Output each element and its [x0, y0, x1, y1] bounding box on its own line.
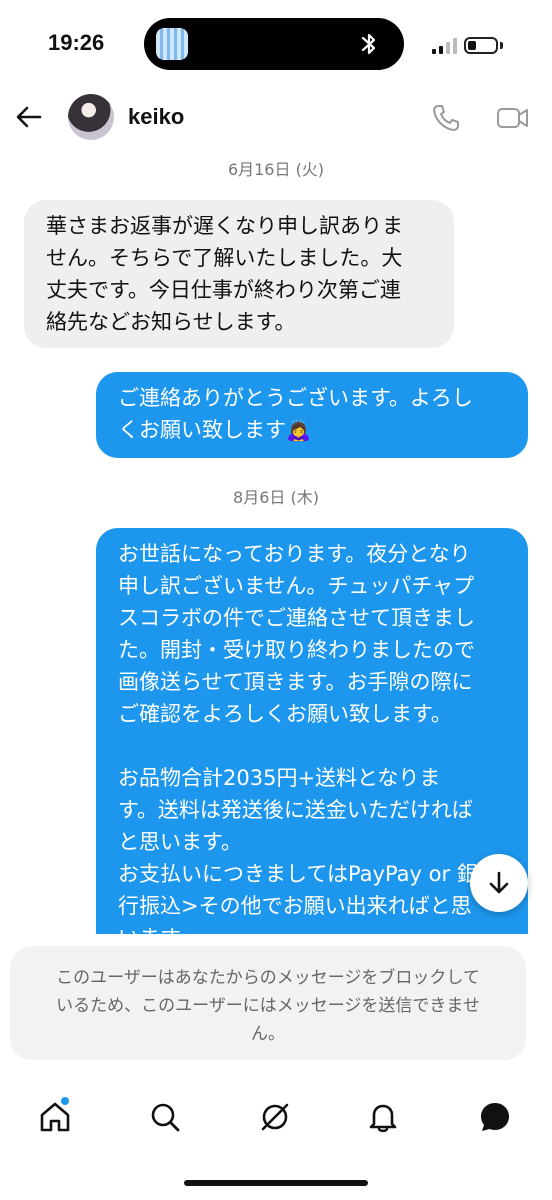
dynamic-island: [144, 18, 404, 70]
incoming-message-bubble[interactable]: 華さまお返事が遅くなり申し訳ありま せん。そちらで了解いたしました。大 丈夫です…: [24, 200, 454, 348]
blocked-notice-line: いるため、このユーザーにはメッセージを送信できませ: [56, 996, 480, 1016]
message-line: と思います。: [118, 830, 242, 854]
now-playing-app-icon: [156, 28, 188, 60]
message-line: ご確認をよろしくお願い致します。: [118, 702, 452, 726]
explore-icon[interactable]: [258, 1100, 292, 1134]
scroll-to-bottom-button[interactable]: [470, 854, 528, 912]
message-line: スコラボの件でご連絡させて頂きまし: [118, 606, 475, 630]
blocked-notice-line: ん。: [251, 1024, 285, 1044]
message-line: お世話になっております。夜分となり: [118, 542, 471, 566]
message-line: くお願い致します: [118, 418, 286, 442]
video-camera-icon[interactable]: [496, 102, 530, 134]
search-icon[interactable]: [148, 1100, 182, 1134]
message-line: お支払いにつきましてはPayPay or 銀: [118, 862, 478, 886]
battery-icon: [464, 37, 498, 54]
date-separator: 6月16日 (火): [227, 160, 325, 179]
home-icon[interactable]: [38, 1100, 72, 1134]
message-line: 丈夫です。今日仕事が終わり次第ご連: [46, 278, 401, 302]
messages-icon[interactable]: [478, 1100, 512, 1134]
notifications-icon[interactable]: [366, 1100, 400, 1134]
chat-username[interactable]: keiko: [128, 104, 184, 130]
blocked-notice-line: このユーザーはあなたからのメッセージをブロックして: [56, 968, 480, 988]
blocked-notice: このユーザーはあなたからのメッセージをブロックして いるため、このユーザーにはメ…: [10, 946, 526, 1060]
message-line: 絡先などお知らせします。: [46, 310, 296, 334]
bluetooth-icon: [361, 33, 376, 55]
message-line: す。送料は発送後に送金いただければ: [118, 798, 473, 822]
message-line: 行振込>その他でお願い出来ればと思: [118, 894, 472, 918]
status-bar: 19:26: [0, 0, 552, 90]
battery-cap: [500, 42, 503, 49]
message-line: お品物合計2035円+送料となりま: [118, 766, 441, 790]
message-line: 申し訳ございません。チュッパチャプ: [118, 574, 475, 598]
arrow-down-icon: [489, 871, 509, 894]
chat-header: keiko: [0, 90, 552, 146]
arrow-left-icon[interactable]: [14, 102, 44, 132]
date-separator: 8月6日 (木): [233, 488, 319, 507]
bowing-person-emoji: 🙇‍♀️: [286, 418, 311, 442]
signal-icon: [432, 38, 458, 54]
message-line: せん。そちらで了解いたしました。大: [46, 246, 403, 270]
message-line: 画像送らせて頂きます。お手隙の際に: [118, 670, 473, 694]
home-indicator: [184, 1180, 368, 1186]
outgoing-message-bubble[interactable]: お世話になっております。夜分となり 申し訳ございません。チュッパチャプ スコラボ…: [96, 528, 528, 958]
message-line: 華さまお返事が遅くなり申し訳ありま: [46, 214, 403, 238]
phone-icon[interactable]: [430, 102, 462, 134]
avatar[interactable]: [68, 94, 114, 140]
status-time: 19:26: [48, 30, 105, 55]
outgoing-message-bubble[interactable]: ご連絡ありがとうございます。よろし くお願い致します🙇‍♀️: [96, 372, 528, 458]
messages-unread-dot: [61, 1097, 69, 1105]
message-line: ご連絡ありがとうございます。よろし: [118, 386, 473, 410]
message-line: た。開封・受け取り終わりましたので: [118, 638, 475, 662]
message-line: [118, 730, 506, 762]
bottom-navigation: [0, 1090, 552, 1150]
